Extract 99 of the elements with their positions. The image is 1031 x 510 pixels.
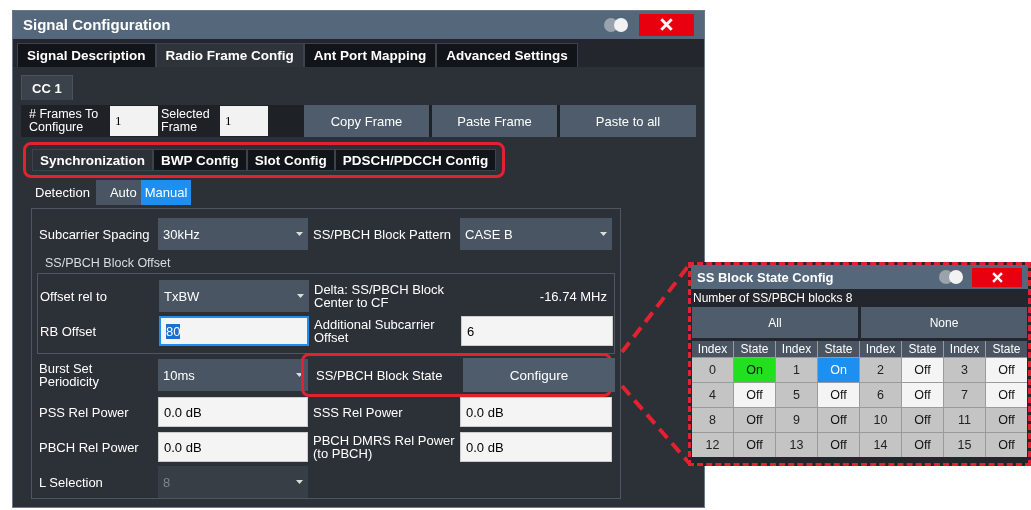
tab[interactable]: Signal Description bbox=[17, 42, 156, 67]
table-cell: 10 bbox=[860, 408, 901, 432]
toggle-icon[interactable] bbox=[603, 16, 629, 33]
table-cell: 14 bbox=[860, 433, 901, 457]
close-icon bbox=[991, 271, 1003, 283]
table-cell: 2 bbox=[860, 358, 901, 382]
table-cell: 15 bbox=[944, 433, 985, 457]
close-button[interactable] bbox=[639, 13, 694, 36]
table-cell: 9 bbox=[776, 408, 817, 432]
frame-button[interactable]: Paste to all bbox=[560, 105, 696, 137]
table-cell: 4 bbox=[692, 383, 733, 407]
group-label: SS/PBCH Block Offset bbox=[44, 255, 172, 270]
close-button[interactable] bbox=[972, 267, 1022, 287]
toggle-icon[interactable] bbox=[938, 269, 964, 285]
caret-icon bbox=[296, 480, 303, 484]
dropdown[interactable]: TxBW bbox=[159, 280, 309, 312]
field-label: PBCH DMRS Rel Power (to PBCH) bbox=[312, 434, 456, 460]
sub-tab[interactable]: Synchronization bbox=[32, 149, 153, 171]
frame-button[interactable]: Copy Frame bbox=[304, 105, 429, 137]
caret-icon bbox=[297, 294, 304, 298]
dropdown[interactable]: 30kHz bbox=[158, 218, 308, 250]
column-header: Index bbox=[944, 341, 985, 357]
input-field[interactable]: 0.0 dB bbox=[158, 432, 308, 462]
input-field[interactable]: 1 bbox=[110, 106, 158, 136]
tab[interactable]: Radio Frame Config bbox=[155, 42, 304, 67]
input-field[interactable]: 0.0 dB bbox=[460, 432, 612, 462]
field-label: PSS Rel Power bbox=[38, 405, 130, 419]
state-toggle[interactable]: On bbox=[734, 358, 775, 382]
column-header: Index bbox=[692, 341, 733, 357]
field-label: SS/PBCH Block Pattern bbox=[312, 227, 452, 241]
state-toggle[interactable]: Off bbox=[986, 433, 1027, 457]
state-toggle[interactable]: Off bbox=[734, 383, 775, 407]
dropdown[interactable]: CASE B bbox=[460, 218, 612, 250]
input-field[interactable]: 1 bbox=[220, 106, 268, 136]
column-header: State bbox=[818, 341, 859, 357]
table-cell: 8 bbox=[692, 408, 733, 432]
state-toggle[interactable]: Off bbox=[818, 433, 859, 457]
tab[interactable]: Advanced Settings bbox=[436, 42, 578, 67]
caret-icon bbox=[600, 232, 607, 236]
field-label: SS/PBCH Block State bbox=[315, 368, 444, 382]
state-toggle[interactable]: Off bbox=[986, 408, 1027, 432]
column-header: State bbox=[902, 341, 943, 357]
field-label: Subcarrier Spacing bbox=[38, 227, 151, 241]
caret-icon bbox=[296, 373, 303, 377]
value-reading: -16.74 MHz bbox=[538, 288, 608, 304]
table-cell: 7 bbox=[944, 383, 985, 407]
select-button[interactable]: None bbox=[861, 307, 1027, 338]
field-label: Additional Subcarrier Offset bbox=[313, 318, 436, 344]
frame-button[interactable]: Paste Frame bbox=[432, 105, 557, 137]
table-cell: 13 bbox=[776, 433, 817, 457]
field-label: Selected Frame bbox=[161, 108, 211, 134]
block-count-label: Number of SS/PBCH blocks 8 bbox=[692, 290, 854, 307]
sub-tab[interactable]: Slot Config bbox=[246, 149, 335, 171]
state-toggle[interactable]: Off bbox=[902, 408, 943, 432]
state-toggle[interactable]: Off bbox=[818, 408, 859, 432]
caret-icon bbox=[296, 232, 303, 236]
window-title: Signal Configuration bbox=[23, 16, 172, 34]
input-field[interactable]: 0.0 dB bbox=[158, 397, 308, 427]
select-button[interactable]: All bbox=[692, 307, 858, 338]
configure-button[interactable]: Configure bbox=[463, 358, 615, 392]
table-cell: 1 bbox=[776, 358, 817, 382]
field-label: RB Offset bbox=[39, 324, 98, 338]
field-label: # Frames To Configure bbox=[28, 108, 100, 134]
sub-tab[interactable]: BWP Config bbox=[153, 149, 247, 171]
state-toggle[interactable]: Off bbox=[902, 358, 943, 382]
table-cell: 6 bbox=[860, 383, 901, 407]
close-icon bbox=[660, 18, 673, 32]
input-field[interactable]: 0.0 dB bbox=[460, 397, 612, 427]
column-header: Index bbox=[860, 341, 901, 357]
table-cell: 3 bbox=[944, 358, 985, 382]
field-label: L Selection bbox=[38, 475, 104, 489]
field-label: Delta: SS/PBCH Block Center to CF bbox=[313, 283, 446, 309]
dropdown[interactable]: 10ms bbox=[158, 359, 308, 391]
state-toggle[interactable]: Off bbox=[734, 408, 775, 432]
field-label: PBCH Rel Power bbox=[38, 440, 140, 454]
input-field[interactable]: 80 bbox=[159, 316, 309, 346]
table-cell: 5 bbox=[776, 383, 817, 407]
state-toggle[interactable]: Off bbox=[986, 383, 1027, 407]
column-header: State bbox=[734, 341, 775, 357]
column-header: State bbox=[986, 341, 1027, 357]
table-cell: 11 bbox=[944, 408, 985, 432]
table-cell: 0 bbox=[692, 358, 733, 382]
field-label: Offset rel to bbox=[39, 289, 108, 303]
window-title: SS Block State Config bbox=[697, 269, 835, 285]
state-toggle[interactable]: Off bbox=[986, 358, 1027, 382]
state-toggle[interactable]: Off bbox=[734, 433, 775, 457]
column-header: Index bbox=[776, 341, 817, 357]
state-toggle[interactable]: Off bbox=[902, 383, 943, 407]
state-toggle[interactable]: Off bbox=[902, 433, 943, 457]
input-field[interactable]: 6 bbox=[461, 316, 613, 346]
field-label: SSS Rel Power bbox=[312, 405, 404, 419]
tab[interactable]: Ant Port Mapping bbox=[303, 42, 437, 67]
field-label: Burst Set Periodicity bbox=[38, 362, 100, 388]
detection-option[interactable]: Auto bbox=[105, 180, 141, 205]
state-toggle[interactable]: Off bbox=[818, 383, 859, 407]
carrier-tab[interactable]: CC 1 bbox=[21, 75, 73, 100]
table-cell: 12 bbox=[692, 433, 733, 457]
sub-tab[interactable]: PDSCH/PDCCH Config bbox=[334, 149, 497, 171]
field-label: Detection bbox=[34, 185, 91, 200]
